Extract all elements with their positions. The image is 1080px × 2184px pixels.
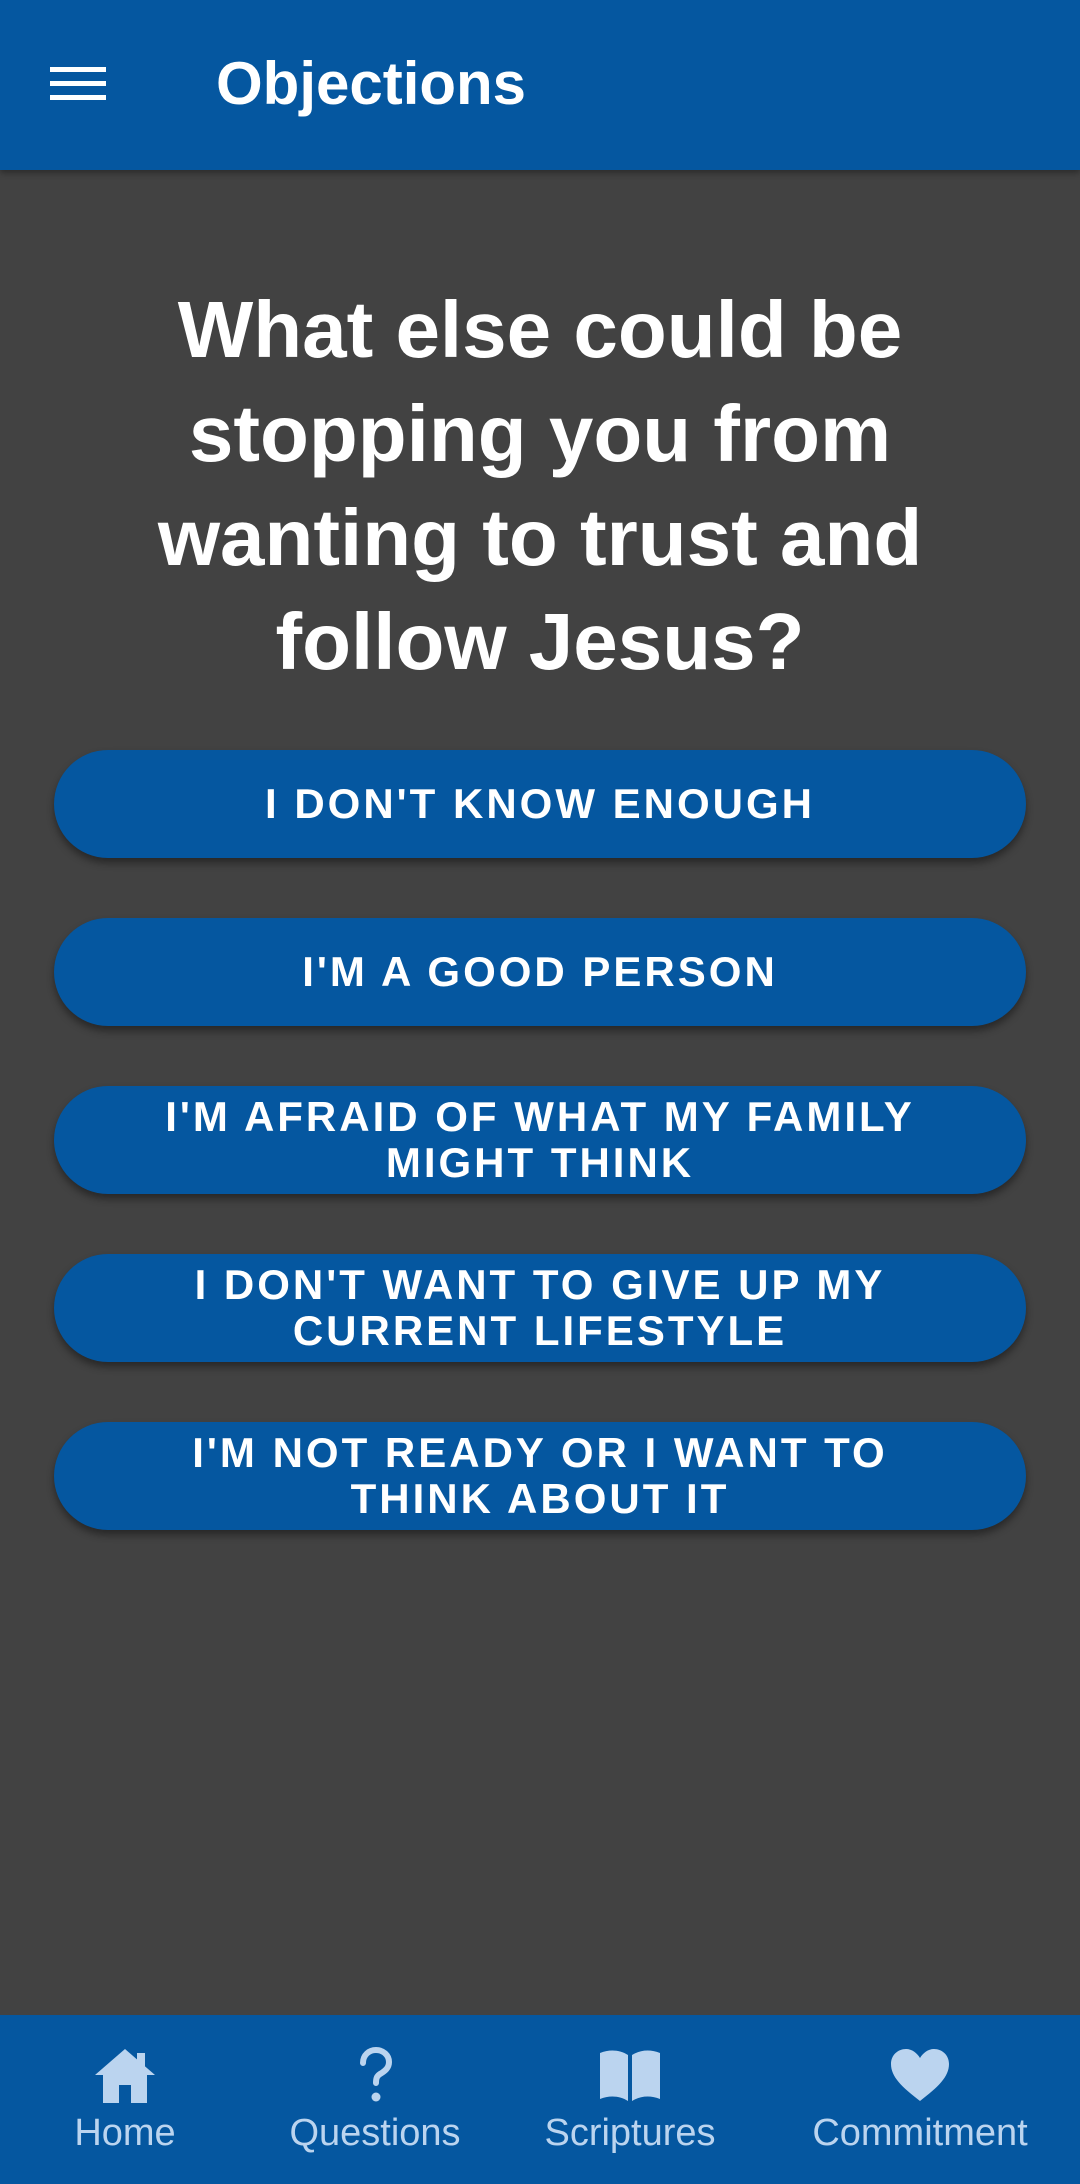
open-book-icon xyxy=(598,2045,662,2105)
nav-label-commitment: Commitment xyxy=(812,2112,1028,2154)
nav-item-home[interactable]: Home xyxy=(0,2015,250,2184)
nav-label-questions: Questions xyxy=(289,2112,461,2154)
menu-button[interactable] xyxy=(34,41,122,129)
nav-item-questions[interactable]: Questions xyxy=(250,2015,500,2184)
question-heading: What else could be stopping you from wan… xyxy=(157,285,923,686)
nav-label-home: Home xyxy=(74,2112,176,2154)
home-icon xyxy=(93,2045,157,2105)
option-lifestyle-button[interactable]: I DON'T WANT TO GIVE UP MY CURRENT LIFES… xyxy=(54,1254,1026,1362)
nav-label-scriptures: Scriptures xyxy=(544,2112,716,2154)
question-mark-icon xyxy=(343,2045,407,2105)
app-screen: Objections What else could be stopping y… xyxy=(0,0,1080,2184)
option-afraid-family-button[interactable]: I'M AFRAID OF WHAT MY FAMILY MIGHT THINK xyxy=(54,1086,1026,1194)
nav-item-commitment[interactable]: Commitment xyxy=(760,2015,1080,2184)
heart-icon xyxy=(888,2045,952,2105)
hamburger-menu-icon xyxy=(50,63,106,108)
option-good-person-button[interactable]: I'M A GOOD PERSON xyxy=(54,918,1026,1026)
objection-options: I DON'T KNOW ENOUGH I'M A GOOD PERSON I'… xyxy=(54,750,1026,1590)
option-not-ready-button[interactable]: I'M NOT READY OR I WANT TO THINK ABOUT I… xyxy=(54,1422,1026,1530)
page-title: Objections xyxy=(216,50,527,117)
option-dont-know-enough-button[interactable]: I DON'T KNOW ENOUGH xyxy=(54,750,1026,858)
bottom-navigation: Home Questions Scriptures Commitment xyxy=(0,2015,1080,2184)
nav-item-scriptures[interactable]: Scriptures xyxy=(500,2015,760,2184)
app-bar: Objections xyxy=(0,0,1080,170)
